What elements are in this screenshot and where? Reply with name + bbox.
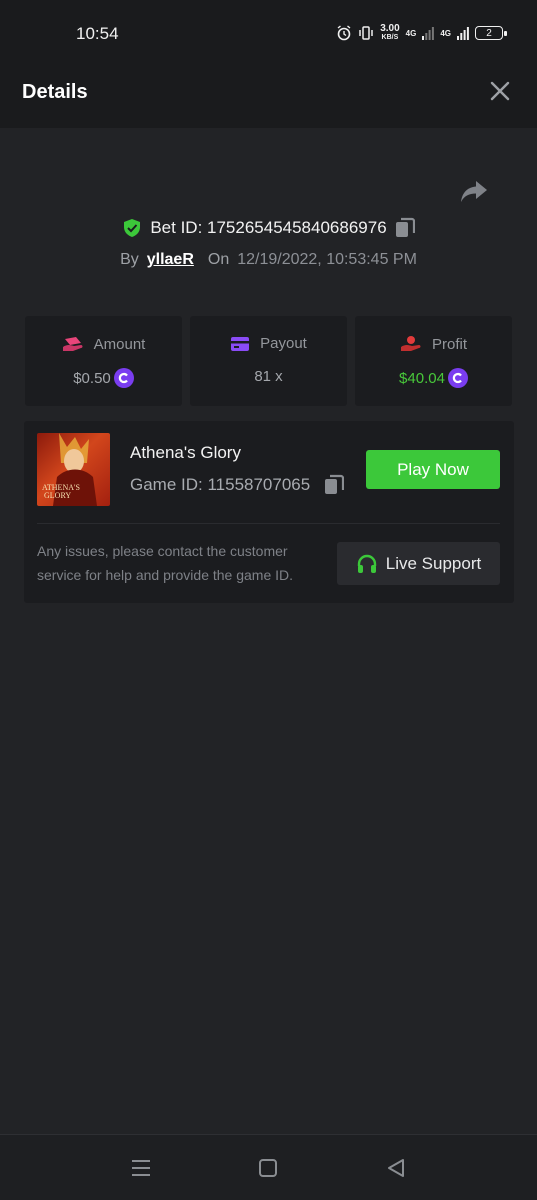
copy-game-id-icon[interactable] xyxy=(324,474,345,496)
status-time: 10:54 xyxy=(76,24,119,43)
network-speed: 3.00 KB/S xyxy=(380,23,400,42)
battery-icon: 2 xyxy=(475,26,507,40)
play-now-button[interactable]: Play Now xyxy=(366,450,500,489)
network-type-2: 4G xyxy=(440,28,451,38)
profit-value: $40.04 xyxy=(399,369,445,387)
payout-header: Payout xyxy=(190,335,347,352)
username-link[interactable]: yllaeR xyxy=(147,251,194,269)
profit-card: Profit $40.04 xyxy=(355,316,512,406)
page-title: Details xyxy=(22,81,88,103)
profit-hand-icon xyxy=(400,336,421,351)
game-id-row: Game ID: 11558707065 xyxy=(130,474,345,496)
wallet-hand-icon xyxy=(62,337,83,351)
amount-value-row: $0.50 xyxy=(25,368,182,388)
vibrate-icon xyxy=(359,26,373,40)
amount-card: Amount $0.50 xyxy=(25,316,182,406)
by-label: By xyxy=(120,251,139,268)
network-type-1: 4G xyxy=(405,28,417,38)
support-notice: Any issues, please contact the customer … xyxy=(37,543,294,583)
payout-label: Payout xyxy=(260,335,307,352)
game-id: Game ID: 11558707065 xyxy=(130,475,311,494)
live-support-button[interactable]: Live Support xyxy=(337,542,500,585)
live-support-label: Live Support xyxy=(385,553,482,573)
amount-value: $0.50 xyxy=(73,369,111,387)
svg-text:GLORY: GLORY xyxy=(44,491,71,500)
game-name: Athena's Glory xyxy=(130,443,241,462)
alarm-icon xyxy=(337,25,351,41)
amount-header: Amount xyxy=(25,335,182,353)
profit-header: Profit xyxy=(355,335,512,353)
game-art: ATHENA'S GLORY xyxy=(42,433,97,506)
payout-value-row: 81 x xyxy=(190,368,347,385)
on-label: On xyxy=(207,251,230,268)
bet-id: Bet ID: 1752654545840686976 xyxy=(150,218,387,237)
home-icon[interactable] xyxy=(257,1157,279,1179)
bet-datetime: 12/19/2022, 10:53:45 PM xyxy=(237,251,417,268)
bet-meta-row: By yllaeR On 12/19/2022, 10:53:45 PM xyxy=(0,249,537,271)
payout-value: 81 x xyxy=(254,368,283,385)
game-card: ATHENA'S GLORY Athena's Glory Game ID: 1… xyxy=(24,421,514,603)
payout-card: Payout 81 x xyxy=(190,316,347,406)
signal-icon xyxy=(422,27,435,40)
profit-label: Profit xyxy=(431,335,467,353)
system-nav-bar xyxy=(0,1134,537,1200)
card-icon xyxy=(231,336,250,351)
details-header: Details xyxy=(0,54,537,128)
share-icon[interactable] xyxy=(459,178,489,206)
status-bar: 10:54 3.00 KB/S 4G 4G 2 xyxy=(0,0,537,54)
headset-icon xyxy=(357,554,376,573)
verified-shield-icon xyxy=(124,219,141,237)
divider xyxy=(37,523,500,524)
close-icon[interactable] xyxy=(489,80,511,102)
menu-icon[interactable] xyxy=(130,1157,152,1179)
game-thumbnail[interactable]: ATHENA'S GLORY xyxy=(37,433,110,506)
amount-label: Amount xyxy=(93,335,146,353)
bet-id-row: Bet ID: 1752654545840686976 xyxy=(0,216,537,240)
back-icon[interactable] xyxy=(385,1157,407,1179)
coin-icon xyxy=(113,368,134,388)
copy-icon[interactable] xyxy=(395,217,415,239)
status-icons: 3.00 KB/S 4G 4G 2 xyxy=(336,23,507,42)
signal-icon-2 xyxy=(457,27,469,40)
profit-value-row: $40.04 xyxy=(355,368,512,388)
coin-icon xyxy=(447,368,468,388)
